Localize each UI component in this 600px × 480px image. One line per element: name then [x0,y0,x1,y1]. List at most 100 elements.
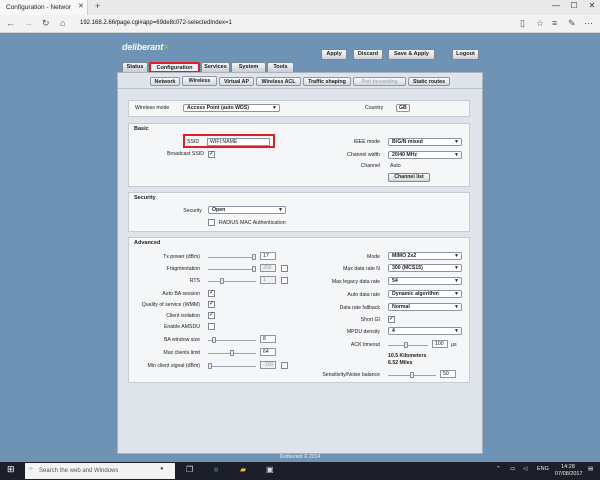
client-isolation-checkbox[interactable]: ✓ [208,312,215,319]
min-signal-knob[interactable] [208,363,212,369]
refresh-icon[interactable]: ↻ [42,18,50,29]
fragmentation-slider[interactable] [208,269,256,270]
maximize-icon[interactable]: ☐ [566,1,582,10]
minimize-icon[interactable]: — [548,1,564,10]
new-tab-icon[interactable]: + [95,1,100,11]
mode-select[interactable]: MIMO 2x2 ▼ [388,252,462,260]
clock-date[interactable]: 07/08/2017 [555,471,583,477]
min-signal-checkbox[interactable] [281,362,288,369]
rts-label: RTS [189,278,200,284]
hub-icon[interactable]: ≡ [552,18,557,28]
rts-knob[interactable] [220,278,224,284]
min-signal-slider[interactable] [208,366,256,367]
ieee-mode-label: IEEE mode [353,139,380,145]
wireless-mode-select[interactable]: Access Point (auto WDS) ▼ [183,104,280,112]
sensitivity-knob[interactable] [410,372,414,378]
more-icon[interactable]: ⋯ [584,18,593,29]
network-icon[interactable]: ▭ [510,466,515,472]
task-view-icon[interactable]: ❐ [186,465,193,474]
min-signal-input[interactable]: -100 [260,361,276,369]
volume-icon[interactable]: ◁ [523,466,527,472]
fragmentation-input[interactable]: 256 [260,264,276,272]
client-isolation-label: Client isolation [166,313,200,319]
rts-checkbox[interactable] [281,277,288,284]
notes-icon[interactable]: ✎ [568,18,576,29]
fragmentation-checkbox[interactable] [281,265,288,272]
ack-timeout-slider[interactable] [388,345,428,346]
channel-list-button[interactable]: Channel list [388,173,430,182]
logout-button[interactable]: Logout [452,49,479,60]
tab-services[interactable]: Services [201,62,230,72]
tray-up-icon[interactable]: ⌃ [496,466,501,472]
home-icon[interactable]: ⌂ [60,18,65,28]
chevron-down-icon: ▼ [272,105,277,111]
subtab-wireless-acl[interactable]: Wireless ACL [256,77,301,86]
reading-view-icon[interactable]: ▯ [520,18,525,29]
channel-label: Channel [360,163,380,169]
store-icon[interactable]: ▣ [266,465,274,474]
language-indicator[interactable]: ENG [537,466,549,472]
tab-system[interactable]: System [231,62,266,72]
tx-power-knob[interactable] [252,254,256,260]
mpdu-select[interactable]: 4 ▼ [388,327,462,335]
tab-status[interactable]: Status [122,62,148,72]
windows-start-icon[interactable]: ⊞ [7,464,15,475]
security-select[interactable]: Open ▼ [208,206,286,214]
forward-icon[interactable]: → [24,18,33,28]
address-bar[interactable]: 192.168.2.66/page.cgi#app=69de8c072-sele… [80,20,232,26]
max-clients-input[interactable]: 64 [260,348,276,356]
rts-input[interactable]: 1 [260,276,276,284]
notifications-icon[interactable]: ▤ [588,466,593,472]
ssid-input[interactable]: WIFI NAME [207,138,270,146]
subtab-network[interactable]: Network [150,77,180,86]
rts-slider[interactable] [208,281,256,282]
short-gi-checkbox[interactable]: ✓ [388,316,395,323]
fragmentation-label: Fragmentation [166,266,200,272]
clock-time[interactable]: 14:28 [555,464,581,470]
amsdu-label: Enable AMSDU [163,324,200,330]
back-icon[interactable]: ← [6,18,15,28]
ack-timeout-input[interactable]: 100 [432,340,448,348]
tab-tools[interactable]: Tools [267,62,294,72]
subtab-wireless[interactable]: Wireless [182,76,217,86]
subtab-virtual-ap[interactable]: Virtual AP [219,77,254,86]
apply-button[interactable]: Apply [321,49,347,60]
taskbar-search[interactable]: Search the web and Windows [25,463,175,479]
max-clients-knob[interactable] [230,350,234,356]
subtab-traffic-shaping[interactable]: Traffic shaping [303,77,351,86]
rate-fallback-label: Data rate fallback [339,305,380,311]
tx-power-slider[interactable] [208,257,256,258]
file-explorer-icon[interactable]: ▰ [240,465,246,474]
wmm-checkbox[interactable]: ✓ [208,301,215,308]
max-legacy-select[interactable]: 54 ▼ [388,277,462,285]
chevron-down-icon: ▼ [454,291,459,297]
close-window-icon[interactable]: ✕ [584,1,600,10]
country-select[interactable]: GB [396,104,410,112]
auto-ba-checkbox[interactable]: ✓ [208,290,215,297]
auto-rate-select[interactable]: Dynamic algorithm ▼ [388,290,462,298]
ba-window-knob[interactable] [212,337,216,343]
radius-mac-checkbox[interactable] [208,219,215,226]
save-apply-button[interactable]: Save & Apply [388,49,435,60]
close-tab-icon[interactable]: ✕ [78,2,84,10]
discard-button[interactable]: Discard [353,49,383,60]
browser-tab[interactable]: Configuration - Networ [0,0,88,15]
broadcast-ssid-checkbox[interactable]: ✓ [208,151,215,158]
edge-icon[interactable]: e [214,465,218,474]
amsdu-checkbox[interactable] [208,323,215,330]
tx-power-input[interactable]: 17 [260,252,276,260]
channel-width-select[interactable]: 20/40 MHz ▼ [388,151,462,159]
ack-timeout-label: ACK timeout [350,342,380,348]
ieee-mode-select[interactable]: B/G/N mixed ▼ [388,138,462,146]
ack-timeout-knob[interactable] [404,342,408,348]
subtab-static-routes[interactable]: Static routes [408,77,450,86]
max-rate-n-select[interactable]: 300 (MCS15) ▼ [388,264,462,272]
favorite-icon[interactable]: ☆ [536,18,544,29]
ba-window-input[interactable]: 8 [260,335,276,343]
channel-width-value: 20/40 MHz [392,152,418,158]
sensitivity-input[interactable]: 50 [440,370,456,378]
taskbar-search-placeholder: Search the web and Windows [39,468,119,474]
microphone-icon[interactable]: ● [160,466,164,472]
rate-fallback-select[interactable]: Normal ▼ [388,303,462,311]
fragmentation-knob[interactable] [252,266,256,272]
